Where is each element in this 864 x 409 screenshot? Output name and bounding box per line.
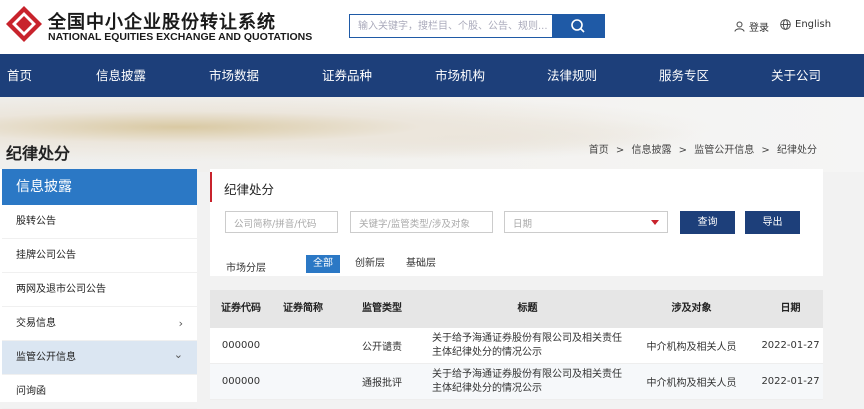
breadcrumb-home[interactable]: 首页 bbox=[589, 145, 609, 156]
page-title: 纪律处分 bbox=[6, 144, 71, 163]
cell-object: 中介机构及相关人员 bbox=[646, 342, 737, 353]
column-header-code: 证券代码 bbox=[221, 303, 261, 314]
panel-accent-bar bbox=[210, 172, 212, 202]
chevron-down-icon: ⌄ bbox=[173, 348, 183, 361]
column-header-title: 标题 bbox=[517, 303, 538, 314]
sidebar-heading: 信息披露 bbox=[2, 169, 197, 205]
sidebar-item-delisted[interactable]: 两网及退市公司公告 bbox=[2, 273, 197, 307]
search-icon bbox=[571, 19, 585, 33]
keyword-field bbox=[350, 211, 493, 235]
user-icon bbox=[734, 21, 745, 32]
nav-item-home[interactable]: 首页 bbox=[7, 54, 32, 97]
keyword-input[interactable] bbox=[351, 214, 492, 235]
breadcrumb-separator: > bbox=[678, 145, 688, 156]
nav-item-disclosure[interactable]: 信息披露 bbox=[96, 54, 146, 97]
filter-panel: 纪律处分 查询 导出 市场分层 全部 创新层 基础层 bbox=[210, 169, 823, 276]
sidebar-item-announcements[interactable]: 股转公告 bbox=[2, 205, 197, 239]
cell-code: 000000 bbox=[221, 376, 261, 387]
login-label: 登录 bbox=[749, 23, 769, 34]
site-header: 全国中小企业股份转让系统 NATIONAL EQUITIES EXCHANGE … bbox=[0, 0, 864, 54]
table-row: 000000 公开谴责 关于给予海通证券股份有限公司及相关责任主体纪律处分的情况… bbox=[210, 328, 823, 364]
export-button[interactable]: 导出 bbox=[745, 211, 800, 234]
cell-object: 中介机构及相关人员 bbox=[646, 378, 737, 389]
caret-down-icon[interactable] bbox=[651, 220, 659, 225]
cell-date: 2022-01-27 bbox=[761, 340, 820, 351]
breadcrumb-regulatory[interactable]: 监管公开信息 bbox=[694, 145, 754, 156]
sidebar-item-label: 监管公开信息 bbox=[16, 352, 76, 363]
sidebar-item-inquiry[interactable]: 问询函 bbox=[2, 375, 197, 409]
column-header-date: 日期 bbox=[780, 303, 801, 314]
cell-type: 公开谴责 bbox=[362, 342, 402, 353]
nav-item-rules[interactable]: 法律规则 bbox=[547, 54, 597, 97]
company-field bbox=[225, 211, 338, 235]
globe-icon bbox=[780, 19, 791, 30]
page-banner bbox=[0, 97, 864, 172]
company-input[interactable] bbox=[226, 214, 337, 235]
sidebar-item-label: 挂牌公司公告 bbox=[16, 250, 76, 261]
breadcrumb-disclosure[interactable]: 信息披露 bbox=[631, 145, 671, 156]
date-field bbox=[504, 211, 668, 235]
tab-innovation[interactable]: 创新层 bbox=[348, 255, 392, 273]
breadcrumb-separator: > bbox=[615, 145, 625, 156]
nav-item-about[interactable]: 关于公司 bbox=[771, 54, 821, 97]
cell-code: 000000 bbox=[221, 340, 261, 351]
breadcrumb-current: 纪律处分 bbox=[777, 145, 817, 156]
nav-item-market-data[interactable]: 市场数据 bbox=[209, 54, 259, 97]
sidebar-item-trading-info[interactable]: 交易信息 › bbox=[2, 307, 197, 341]
language-label: English bbox=[795, 19, 832, 30]
nav-item-services[interactable]: 服务专区 bbox=[659, 54, 709, 97]
column-header-name: 证券简称 bbox=[283, 303, 323, 314]
column-header-object: 涉及对象 bbox=[671, 303, 712, 314]
date-input[interactable] bbox=[505, 214, 667, 235]
query-button[interactable]: 查询 bbox=[680, 211, 735, 234]
sidebar-item-listed-company[interactable]: 挂牌公司公告 bbox=[2, 239, 197, 273]
nav-item-institutions[interactable]: 市场机构 bbox=[435, 54, 485, 97]
cell-title-link[interactable]: 关于给予海通证券股份有限公司及相关责任主体纪律处分的情况公示 bbox=[432, 328, 625, 363]
cell-type: 通报批评 bbox=[362, 378, 402, 389]
breadcrumb-separator: > bbox=[761, 145, 770, 156]
site-search bbox=[349, 14, 605, 38]
logo-english-name: NATIONAL EQUITIES EXCHANGE AND QUOTATION… bbox=[48, 31, 313, 43]
nav-item-securities[interactable]: 证券品种 bbox=[322, 54, 372, 97]
cell-title-link[interactable]: 关于给予海通证券股份有限公司及相关责任主体纪律处分的情况公示 bbox=[432, 364, 625, 399]
breadcrumb: 首页 > 信息披露 > 监管公开信息 > 纪律处分 bbox=[587, 141, 819, 156]
login-link[interactable]: 登录 bbox=[734, 19, 769, 34]
neeq-logo-icon[interactable] bbox=[6, 6, 42, 42]
language-link[interactable]: English bbox=[780, 19, 831, 30]
sidebar-item-regulatory[interactable]: 监管公开信息 ⌄ bbox=[2, 341, 197, 375]
sidebar-item-label: 交易信息 bbox=[16, 318, 56, 329]
cell-name bbox=[272, 364, 334, 399]
cell-date: 2022-01-27 bbox=[761, 376, 820, 387]
main-nav: 首页 信息披露 市场数据 证券品种 市场机构 法律规则 服务专区 关于公司 bbox=[0, 54, 864, 97]
chevron-right-icon: › bbox=[178, 317, 183, 330]
tab-all[interactable]: 全部 bbox=[306, 255, 340, 273]
column-header-type: 监管类型 bbox=[362, 303, 402, 314]
search-button[interactable] bbox=[552, 15, 604, 37]
panel-title: 纪律处分 bbox=[224, 182, 275, 197]
table-header: 证券代码 证券简称 监管类型 标题 涉及对象 日期 bbox=[210, 290, 823, 328]
sidebar-item-label: 股转公告 bbox=[16, 216, 56, 227]
sidebar-item-label: 问询函 bbox=[16, 386, 46, 397]
search-input[interactable] bbox=[350, 15, 566, 37]
cell-name bbox=[272, 328, 334, 363]
sidebar: 信息披露 股转公告 挂牌公司公告 两网及退市公司公告 交易信息 › 监管公开信息… bbox=[0, 169, 197, 409]
layer-filter-label: 市场分层 bbox=[226, 263, 266, 274]
table-row: 000000 通报批评 关于给予海通证券股份有限公司及相关责任主体纪律处分的情况… bbox=[210, 364, 823, 400]
tab-basic[interactable]: 基础层 bbox=[399, 255, 443, 273]
sidebar-item-label: 两网及退市公司公告 bbox=[16, 284, 106, 295]
